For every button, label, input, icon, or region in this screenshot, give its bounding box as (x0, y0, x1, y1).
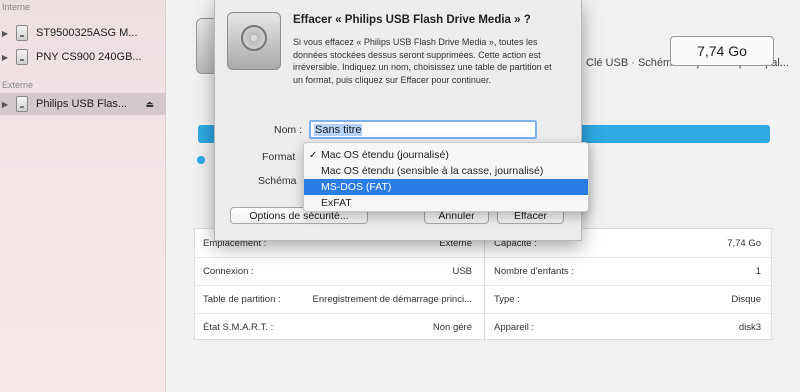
sidebar-section-external: Externe (2, 80, 34, 90)
cell-key: Nombre d'enfants : (494, 265, 574, 277)
sidebar-item-label: PNY CS900 240GB... (36, 51, 142, 63)
name-input[interactable]: Sans titre (309, 120, 537, 139)
disclosure-triangle-icon[interactable]: ▶ (0, 29, 10, 38)
info-table: Emplacement : Externe Capacité : 7,74 Go… (194, 228, 773, 341)
usb-disk-icon (16, 96, 28, 112)
disk-platter (241, 25, 267, 51)
checkmark-icon: ✓ (309, 149, 318, 161)
dialog-message: Si vous effacez « Philips USB Flash Driv… (293, 37, 552, 85)
sidebar-item-label: Philips USB Flas... (36, 98, 128, 110)
cell-value: 7,74 Go (727, 237, 761, 249)
hard-disk-icon (16, 25, 28, 41)
menu-item-label: Mac OS étendu (journalisé) (321, 149, 449, 161)
table-cell-connection: Connexion : USB (203, 257, 478, 285)
cell-value: 1 (755, 265, 761, 277)
menu-item-label: MS-DOS (FAT) (321, 181, 392, 193)
menu-item-mac-os-case-sensitive[interactable]: Mac OS étendu (sensible à la casse, jour… (304, 163, 588, 179)
cell-value: Disque (731, 293, 761, 305)
cell-value: Enregistrement de démarrage princi... (312, 293, 472, 305)
menu-item-label: ExFAT (321, 197, 352, 209)
sidebar-item-st9500[interactable]: ▶ ST9500325ASG M... (0, 22, 166, 44)
disk-size-box: 7,74 Go (670, 36, 774, 66)
cell-key: Appareil : (494, 321, 535, 333)
hard-disk-icon (227, 12, 281, 70)
table-cell-smart: État S.M.A.R.T. : Non géré (203, 313, 478, 341)
cell-key: État S.M.A.R.T. : (203, 321, 274, 333)
name-input-value: Sans titre (314, 123, 363, 136)
menu-item-exfat[interactable]: ExFAT (304, 195, 588, 211)
table-cell-children: Nombre d'enfants : 1 (494, 257, 767, 285)
disclosure-triangle-icon[interactable]: ▶ (0, 53, 10, 62)
sidebar-item-label: ST9500325ASG M... (36, 27, 138, 39)
sidebar-item-pny[interactable]: ▶ PNY CS900 240GB... (0, 46, 166, 68)
cell-value: Non géré (432, 321, 472, 333)
format-dropdown-menu[interactable]: ✓ Mac OS étendu (journalisé) Mac OS éten… (303, 142, 589, 212)
dialog-title: Effacer « Philips USB Flash Drive Media … (293, 14, 531, 26)
cell-key: Connexion : (203, 265, 254, 277)
menu-item-ms-dos-fat[interactable]: MS-DOS (FAT) (304, 179, 588, 195)
sidebar: Interne ▶ ST9500325ASG M... ▶ PNY CS900 … (0, 0, 166, 392)
usage-legend-dot (197, 156, 205, 164)
table-cell-device: Appareil : disk3 (494, 313, 767, 341)
name-label: Nom : (274, 124, 303, 136)
table-cell-partition: Table de partition : Enregistrement de d… (203, 285, 478, 313)
cell-key: Type : (494, 293, 520, 305)
hard-disk-icon (16, 49, 28, 65)
format-label: Format (262, 151, 296, 163)
sidebar-section-internal: Interne (2, 2, 31, 12)
cell-value: disk3 (738, 321, 761, 333)
disclosure-triangle-icon[interactable]: ▶ (0, 100, 10, 109)
cell-key: Table de partition : (203, 293, 281, 305)
cell-value: USB (452, 265, 472, 277)
eject-icon[interactable]: ⏏ (145, 99, 154, 110)
menu-item-mac-os-extended[interactable]: ✓ Mac OS étendu (journalisé) (304, 147, 588, 163)
menu-item-label: Mac OS étendu (sensible à la casse, jour… (321, 165, 544, 177)
scheme-label: Schéma (258, 175, 297, 187)
table-cell-type: Type : Disque (494, 285, 767, 313)
sidebar-item-philips-usb[interactable]: ▶ Philips USB Flas... ⏏ (0, 93, 166, 115)
